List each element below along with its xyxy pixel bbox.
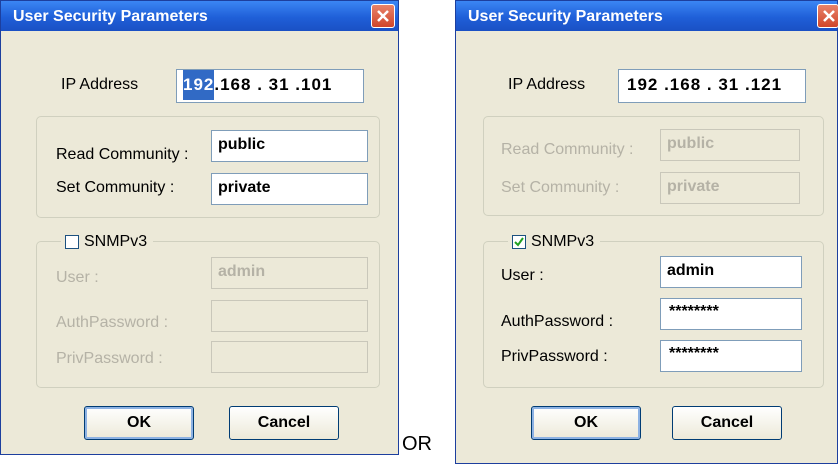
read-community-input[interactable]: public [211, 130, 368, 162]
close-icon [377, 10, 389, 22]
priv-password-input[interactable] [211, 341, 368, 373]
cancel-button[interactable]: Cancel [229, 406, 339, 440]
user-security-dialog-right: User Security Parameters IP Address 192 … [455, 0, 838, 464]
cancel-button[interactable]: Cancel [672, 406, 782, 440]
ip-address-field[interactable]: 192.168 . 31 .101 [176, 69, 364, 103]
priv-password-input[interactable]: ******** [660, 340, 802, 372]
user-security-dialog-left: User Security Parameters IP Address 192.… [0, 0, 399, 455]
snmpv3-checkbox-row[interactable]: SNMPv3 [61, 232, 153, 252]
or-separator: OR [402, 433, 432, 455]
set-community-input[interactable]: private [660, 172, 800, 204]
priv-password-label: PrivPassword : [501, 348, 608, 365]
auth-password-label: AuthPassword : [501, 313, 614, 330]
set-community-label: Set Community : [56, 179, 175, 196]
auth-password-input[interactable]: ******** [660, 298, 802, 330]
read-community-label: Read Community : [56, 146, 189, 163]
set-community-label: Set Community : [501, 179, 620, 196]
dialog-title: User Security Parameters [468, 8, 663, 25]
snmpv3-label: SNMPv3 [531, 233, 595, 250]
snmpv3-checkbox[interactable] [65, 235, 79, 249]
close-button[interactable] [817, 4, 838, 28]
user-label: User : [56, 269, 99, 286]
read-community-input[interactable]: public [660, 129, 800, 161]
ip-address-field[interactable]: 192 .168 . 31 .121 [618, 69, 806, 103]
user-input[interactable]: admin [211, 257, 368, 289]
ok-button[interactable]: OK [84, 406, 194, 440]
user-input[interactable]: admin [660, 256, 802, 288]
ip-address-label: IP Address [61, 76, 139, 93]
read-community-label: Read Community : [501, 141, 634, 158]
snmpv3-checkbox-row[interactable]: SNMPv3 [508, 232, 600, 252]
auth-password-label: AuthPassword : [56, 314, 169, 331]
snmpv3-label: SNMPv3 [84, 233, 148, 250]
checkmark-icon [514, 237, 524, 247]
close-button[interactable] [371, 4, 395, 28]
auth-password-input[interactable] [211, 300, 368, 332]
ip-octet-4[interactable]: .101 [295, 70, 332, 100]
ip-address-label: IP Address [508, 76, 586, 93]
ip-octet-2[interactable]: .168 [214, 70, 251, 100]
ip-octet-1[interactable]: 192 [183, 70, 215, 100]
snmpv3-checkbox[interactable] [512, 235, 526, 249]
ip-octet-3[interactable]: . 31 [257, 70, 289, 100]
priv-password-label: PrivPassword : [56, 350, 163, 367]
dialog-title: User Security Parameters [13, 8, 208, 25]
set-community-input[interactable]: private [211, 173, 368, 205]
title-bar[interactable]: User Security Parameters [1, 1, 398, 31]
ok-button[interactable]: OK [531, 406, 641, 440]
title-bar[interactable]: User Security Parameters [456, 1, 838, 31]
user-label: User : [501, 267, 544, 284]
close-icon [823, 10, 835, 22]
